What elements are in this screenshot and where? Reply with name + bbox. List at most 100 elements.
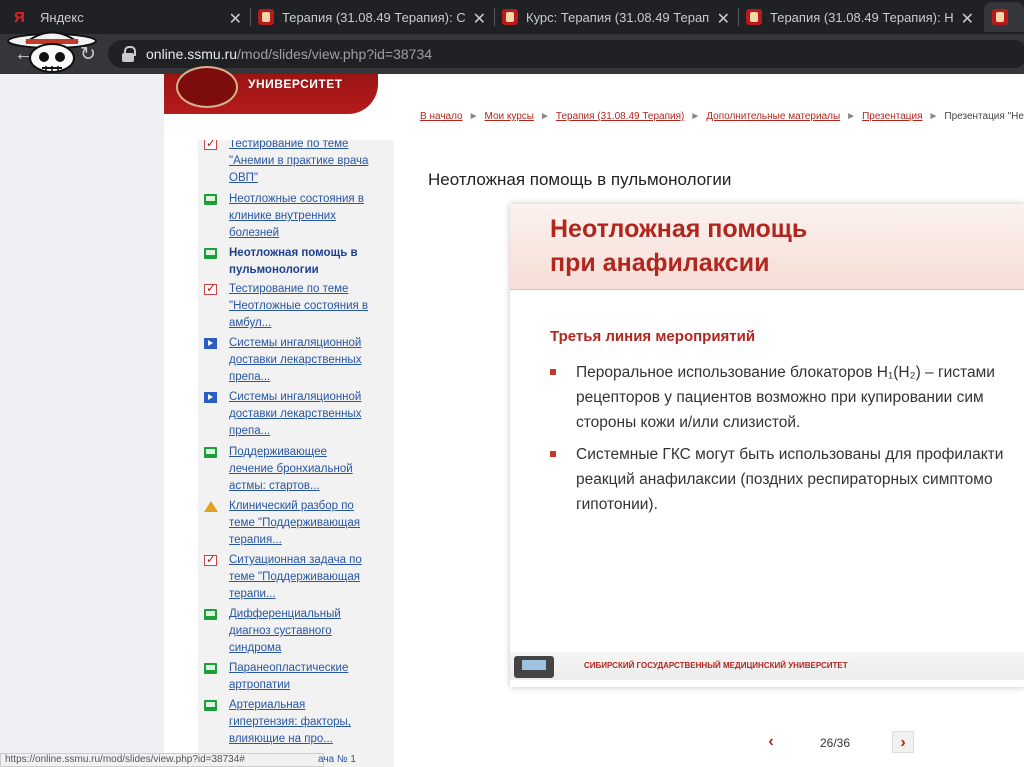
sidebar-item-line: Клинический разбор по: [229, 500, 354, 512]
ssmu-favicon-icon: [258, 9, 274, 25]
tab-close-icon[interactable]: ✕: [961, 9, 974, 29]
breadcrumb-presentation[interactable]: Презентация: [862, 111, 922, 122]
slide-bullet: Системные ГКС могут быть использованы дл…: [550, 442, 1024, 517]
sidebar-item-line: артропатии: [229, 679, 291, 691]
sidebar-item-emergency-internal[interactable]: Неотложные состояния в клинике внутренних…: [204, 191, 384, 242]
sidebar-item-line: Поддерживающее: [229, 446, 327, 458]
sidebar-item-line: Системы ингаляционной: [229, 337, 362, 349]
video-icon: [204, 338, 217, 349]
prev-slide-button[interactable]: ‹: [760, 731, 782, 753]
sidebar-item-line: Неотложная помощь в: [229, 247, 358, 259]
sidebar-item-situational-task[interactable]: Ситуационная задача по теме "Поддерживающ…: [204, 551, 384, 603]
slides-icon: [204, 194, 217, 205]
sidebar-item-paraneoplastic[interactable]: Паранеопластические артропатии: [204, 660, 384, 694]
breadcrumb-home[interactable]: В начало: [420, 111, 463, 122]
slide-heading-line: Неотложная помощь: [550, 215, 808, 243]
university-emblem-icon: [176, 66, 238, 108]
sidebar-item-emergency-test[interactable]: Тестирование по теме "Неотложные состояни…: [204, 280, 384, 332]
sidebar-item-line: доставки лекарственных: [229, 408, 362, 420]
sidebar-item-line: синдрома: [229, 642, 282, 654]
tab-title: Курс: Терапия (31.08.49 Терап: [526, 9, 710, 25]
logo-text: УНИВЕРСИТЕТ: [248, 77, 343, 91]
tab-close-icon[interactable]: ✕: [473, 9, 486, 29]
status-url-bar: https://online.ssmu.ru/mod/slides/view.p…: [0, 753, 324, 767]
sidebar-item-line: препа...: [229, 371, 271, 383]
sidebar-item-line: теме "Поддерживающая: [229, 571, 360, 583]
browser-toolbar: ← ↻ online.ssmu.ru/mod/slides/view.php?i…: [0, 34, 1024, 74]
next-slide-button[interactable]: ›: [892, 731, 914, 753]
ssmu-favicon-icon: [992, 9, 1008, 25]
sidebar-item-pulmonology-current[interactable]: Неотложная помощь в пульмонологии: [204, 245, 384, 279]
sidebar-item-line: Неотложные состояния в: [229, 193, 364, 205]
sidebar-item-differential-diagnosis[interactable]: Дифференциальный диагноз суставного синдро…: [204, 606, 384, 657]
sidebar-item-asthma-therapy[interactable]: Поддерживающее лечение бронхиальной астмы:…: [204, 444, 384, 495]
tab-active[interactable]: [984, 2, 1024, 32]
sidebar-item-line: терапи...: [229, 588, 276, 600]
address-bar[interactable]: online.ssmu.ru/mod/slides/view.php?id=38…: [108, 40, 1024, 68]
slide-header: Неотложная помощь при анафилаксии: [510, 204, 1024, 290]
sidebar-item-line: амбул...: [229, 317, 272, 329]
tab-divider: [494, 8, 495, 26]
bullet-line: реакций анафилаксии (поздних респираторн…: [576, 471, 993, 488]
slide-footer-text: СИБИРСКИЙ ГОСУДАРСТВЕННЫЙ МЕДИЦИНСКИЙ УН…: [584, 661, 848, 670]
sidebar-item-line: клинике внутренних: [229, 210, 336, 222]
presentation-slide: Неотложная помощь при анафилаксии Третья …: [510, 204, 1024, 687]
sidebar-item-anemia-test[interactable]: Тестирование по теме "Анемии в практике в…: [204, 140, 384, 187]
sidebar-item-hypertension[interactable]: Артериальная гипертензия: факторы, влияющи…: [204, 697, 384, 748]
breadcrumb-separator-icon: ►: [928, 111, 939, 122]
left-margin: [0, 74, 164, 767]
sidebar-item-inhalation-2[interactable]: Системы ингаляционной доставки лекарствен…: [204, 389, 384, 440]
sidebar-item-partial[interactable]: ача № 1: [318, 754, 356, 765]
tab-close-icon[interactable]: ✕: [717, 9, 730, 29]
url-host: online.ssmu.ru: [146, 46, 238, 62]
slide-heading: Неотложная помощь при анафилаксии: [550, 212, 807, 280]
sidebar-item-line: Системы ингаляционной: [229, 391, 362, 403]
slides-icon: [204, 447, 217, 458]
web-page: УНИВЕРСИТЕТ В начало ► Мои курсы ► Терап…: [0, 66, 1024, 767]
sidebar-item-line: диагноз суставного: [229, 625, 332, 637]
sidebar-item-inhalation-1[interactable]: Системы ингаляционной доставки лекарствен…: [204, 335, 384, 386]
breadcrumb-materials[interactable]: Дополнительные материалы: [706, 111, 840, 122]
sidebar-item-line: ОВП": [229, 172, 258, 184]
yandex-icon: Я: [14, 8, 25, 26]
breadcrumb-separator-icon: ►: [468, 111, 479, 122]
quiz-icon: [204, 280, 217, 297]
breadcrumb-separator-icon: ►: [690, 111, 701, 122]
slides-icon: [204, 663, 217, 674]
sidebar-item-line: пульмонологии: [229, 264, 319, 276]
video-icon: [204, 392, 217, 403]
sidebar-item-line: Ситуационная задача по: [229, 554, 362, 566]
sidebar-item-line: Тестирование по теме: [229, 283, 349, 295]
slide-counter: 26/36: [820, 736, 851, 750]
tab-therapy-2[interactable]: Терапия (31.08.49 Терапия): Н ✕: [746, 2, 982, 32]
url-path: /mod/slides/view.php?id=38734: [237, 46, 433, 62]
university-logo[interactable]: УНИВЕРСИТЕТ: [164, 66, 378, 114]
sidebar-item-clinical-case[interactable]: Клинический разбор по теме "Поддерживающа…: [204, 498, 384, 549]
sidebar-item-line: Артериальная: [229, 699, 306, 711]
breadcrumb: В начало ► Мои курсы ► Терапия (31.08.49…: [420, 111, 1024, 122]
skull-overlay-icon: [7, 31, 97, 73]
breadcrumb-my-courses[interactable]: Мои курсы: [485, 111, 535, 122]
sidebar-item-line: влияющие на про...: [229, 733, 333, 745]
sidebar-item-line: доставки лекарственных: [229, 354, 362, 366]
bullet-line: Пероральное использование блокаторов H₁(…: [576, 364, 995, 381]
sidebar-item-line: теме "Поддерживающая: [229, 517, 360, 529]
tab-course[interactable]: Курс: Терапия (31.08.49 Терап ✕: [502, 2, 738, 32]
main-content: Неотложная помощь в пульмонологии Неотло…: [408, 144, 1024, 767]
slide-bullet: Пероральное использование блокаторов H₁(…: [550, 360, 1024, 435]
tab-yandex[interactable]: Я Яндекс ✕: [0, 2, 250, 32]
sidebar-item-line: препа...: [229, 425, 271, 437]
bullet-line: стороны кожи и/или слизистой.: [576, 414, 801, 431]
tab-close-icon[interactable]: ✕: [229, 9, 242, 29]
tab-therapy-1[interactable]: Терапия (31.08.49 Терапия): С ✕: [258, 2, 494, 32]
bullet-line: Системные ГКС могут быть использованы дл…: [576, 446, 1004, 463]
sidebar-item-line: "Анемии в практике врача: [229, 155, 369, 167]
sidebar-item-line: гипертензия: факторы,: [229, 716, 351, 728]
quiz-icon: [204, 551, 217, 568]
quiz-icon: [204, 140, 217, 152]
breadcrumb-course[interactable]: Терапия (31.08.49 Терапия): [556, 111, 684, 122]
medical-device-icon: [514, 656, 554, 678]
lock-icon: [122, 46, 136, 62]
tab-title: Терапия (31.08.49 Терапия): С: [282, 9, 466, 25]
tab-divider: [250, 8, 251, 26]
